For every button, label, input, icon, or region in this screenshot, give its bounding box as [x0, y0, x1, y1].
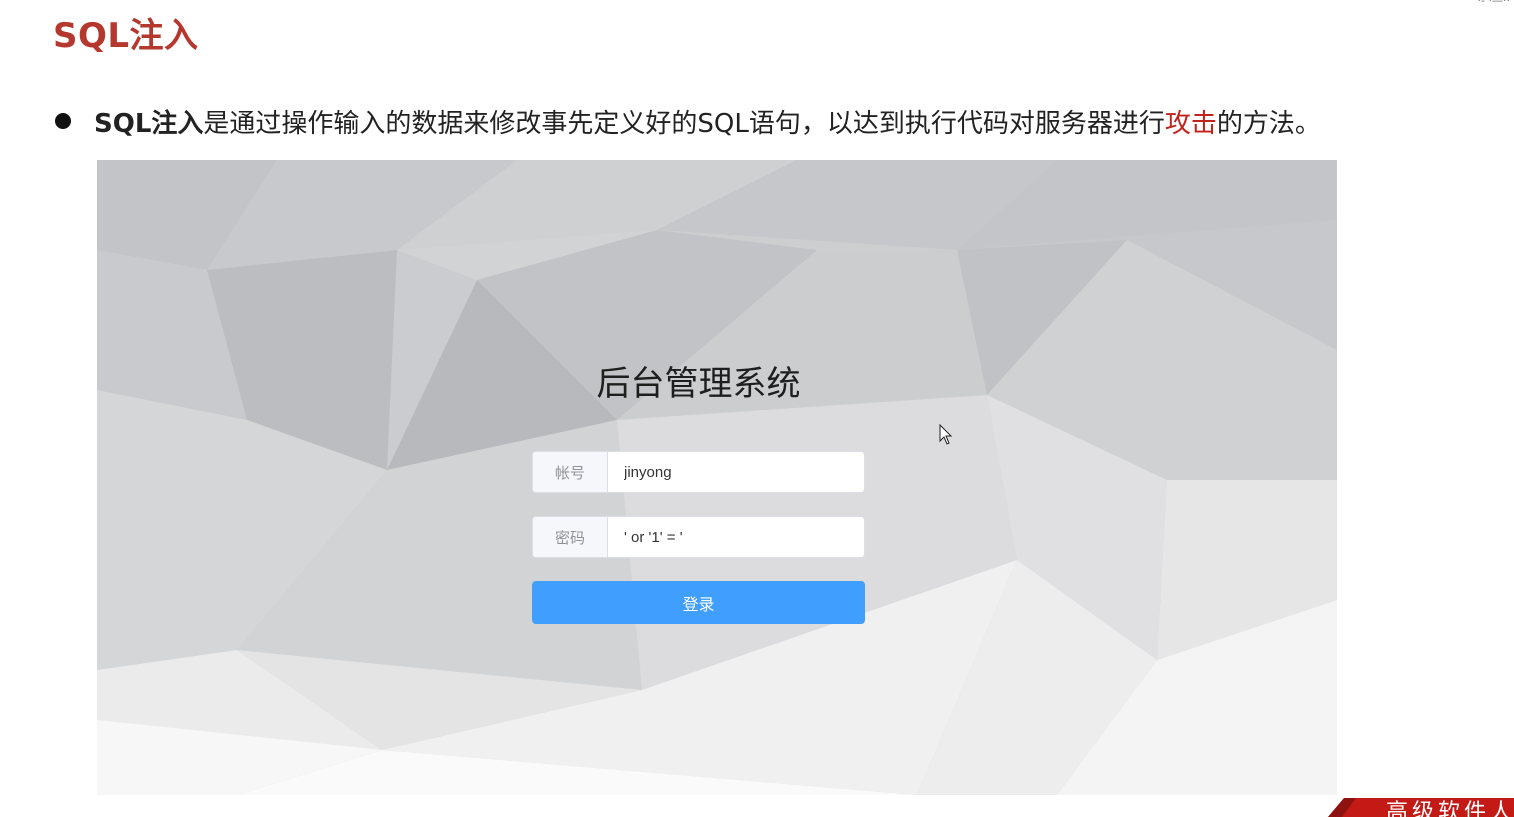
bullet-text: 是通过操作输入的数据来修改事先定义好的SQL语句，以达到执行代码对服务器进行	[203, 108, 1165, 139]
slide-title: SQL注入	[53, 16, 199, 56]
corner-banner: 高级软件人	[1328, 798, 1514, 817]
bullet-dot-icon	[55, 113, 71, 129]
login-button[interactable]: 登录	[532, 581, 865, 624]
corner-mark: ·- ·—··	[1477, 0, 1510, 7]
mouse-pointer-icon	[939, 424, 953, 445]
password-field: 密码	[532, 516, 865, 558]
bullet-term: SQL注入	[94, 108, 204, 139]
login-title: 后台管理系统	[596, 364, 801, 404]
username-input[interactable]	[608, 452, 864, 492]
username-field: 帐号	[532, 451, 865, 493]
username-label: 帐号	[533, 452, 608, 492]
password-label: 密码	[533, 517, 608, 557]
bullet-point: SQL注入 是通过操作输入的数据来修改事先定义好的SQL语句，以达到执行代码对服务…	[55, 101, 1321, 141]
login-page-screenshot: 后台管理系统 帐号 密码 登录	[97, 160, 1337, 795]
banner-text: 高级软件人	[1386, 800, 1514, 817]
password-input[interactable]	[608, 517, 864, 557]
bullet-text-end: 的方法。	[1216, 108, 1321, 139]
bullet-highlight: 攻击	[1164, 108, 1217, 139]
